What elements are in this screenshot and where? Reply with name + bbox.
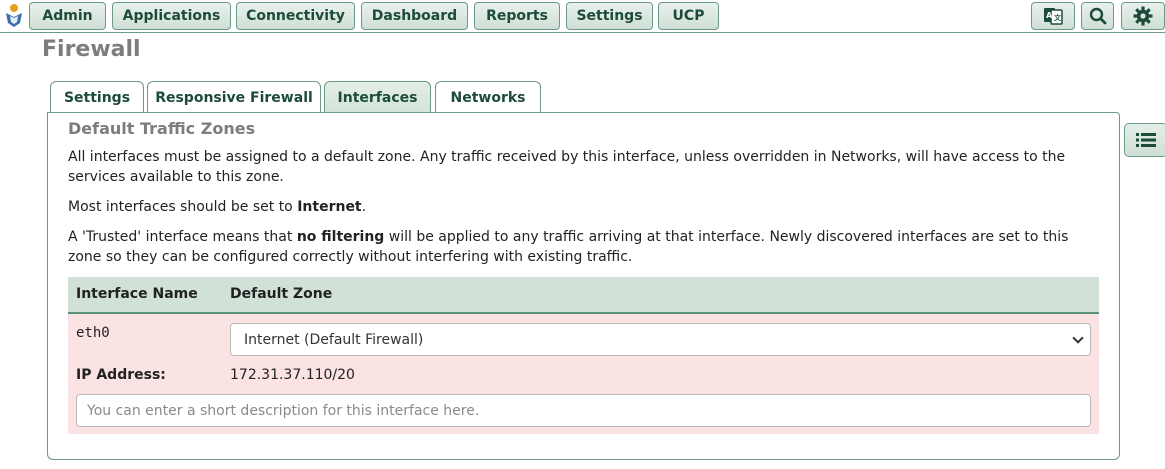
page-title: Firewall <box>42 37 141 62</box>
tab-networks[interactable]: Networks <box>435 81 541 113</box>
interface-description-input[interactable] <box>76 394 1091 427</box>
chevron-down-icon <box>1072 332 1084 344</box>
table-header: Interface Name Default Zone <box>68 277 1099 314</box>
nav-ucp[interactable]: UCP <box>658 2 719 30</box>
nav-reports[interactable]: Reports <box>474 2 560 30</box>
tab-settings[interactable]: Settings <box>50 81 144 113</box>
zone-select-value: Internet (Default Firewall) <box>244 331 424 348</box>
hint-text: Most interfaces should be set to <box>68 199 298 215</box>
trusted-text-start: A 'Trusted' interface means that <box>68 229 297 245</box>
freepbx-logo-icon[interactable] <box>4 3 24 29</box>
language-button[interactable]: A 文 <box>1031 2 1075 30</box>
ip-address-label: IP Address: <box>76 367 166 383</box>
nav-settings[interactable]: Settings <box>566 2 653 30</box>
nav-applications[interactable]: Applications <box>112 2 231 30</box>
search-button[interactable] <box>1081 2 1114 30</box>
header-default-zone: Default Zone <box>230 286 333 302</box>
section-title: Default Traffic Zones <box>68 119 256 138</box>
svg-text:文: 文 <box>1054 13 1062 22</box>
sidebar-toggle-button[interactable] <box>1124 123 1165 157</box>
zone-description-paragraph: All interfaces must be assigned to a def… <box>68 149 1066 185</box>
internet-hint-paragraph: Most interfaces should be set to Interne… <box>68 197 1103 217</box>
settings-button[interactable] <box>1121 2 1165 30</box>
tab-responsive-firewall[interactable]: Responsive Firewall <box>147 81 321 113</box>
hint-end: . <box>361 199 367 215</box>
interface-name: eth0 <box>76 325 110 341</box>
trusted-bold: no filtering <box>296 229 385 245</box>
svg-text:A: A <box>1046 11 1053 20</box>
nav-dashboard[interactable]: Dashboard <box>361 2 468 30</box>
list-icon <box>1136 133 1156 147</box>
table-row: eth0 Internet (Default Firewall) IP Addr… <box>68 314 1099 434</box>
interfaces-panel: Default Traffic Zones All interfaces mus… <box>47 112 1120 460</box>
header-interface-name: Interface Name <box>76 286 198 302</box>
gear-icon <box>1133 6 1153 26</box>
hint-bold: Internet <box>297 199 362 215</box>
search-icon <box>1089 7 1106 25</box>
nav-connectivity[interactable]: Connectivity <box>236 2 355 30</box>
trusted-hint-paragraph: A 'Trusted' interface means that no filt… <box>68 227 1103 267</box>
tab-interfaces[interactable]: Interfaces <box>324 81 431 113</box>
zone-select[interactable]: Internet (Default Firewall) <box>230 323 1091 356</box>
translate-icon: A 文 <box>1044 8 1063 25</box>
nav-admin[interactable]: Admin <box>29 2 106 30</box>
ip-address-value: 172.31.37.110/20 <box>230 367 355 383</box>
top-navbar: Admin Applications Connectivity Dashboar… <box>0 0 1165 33</box>
